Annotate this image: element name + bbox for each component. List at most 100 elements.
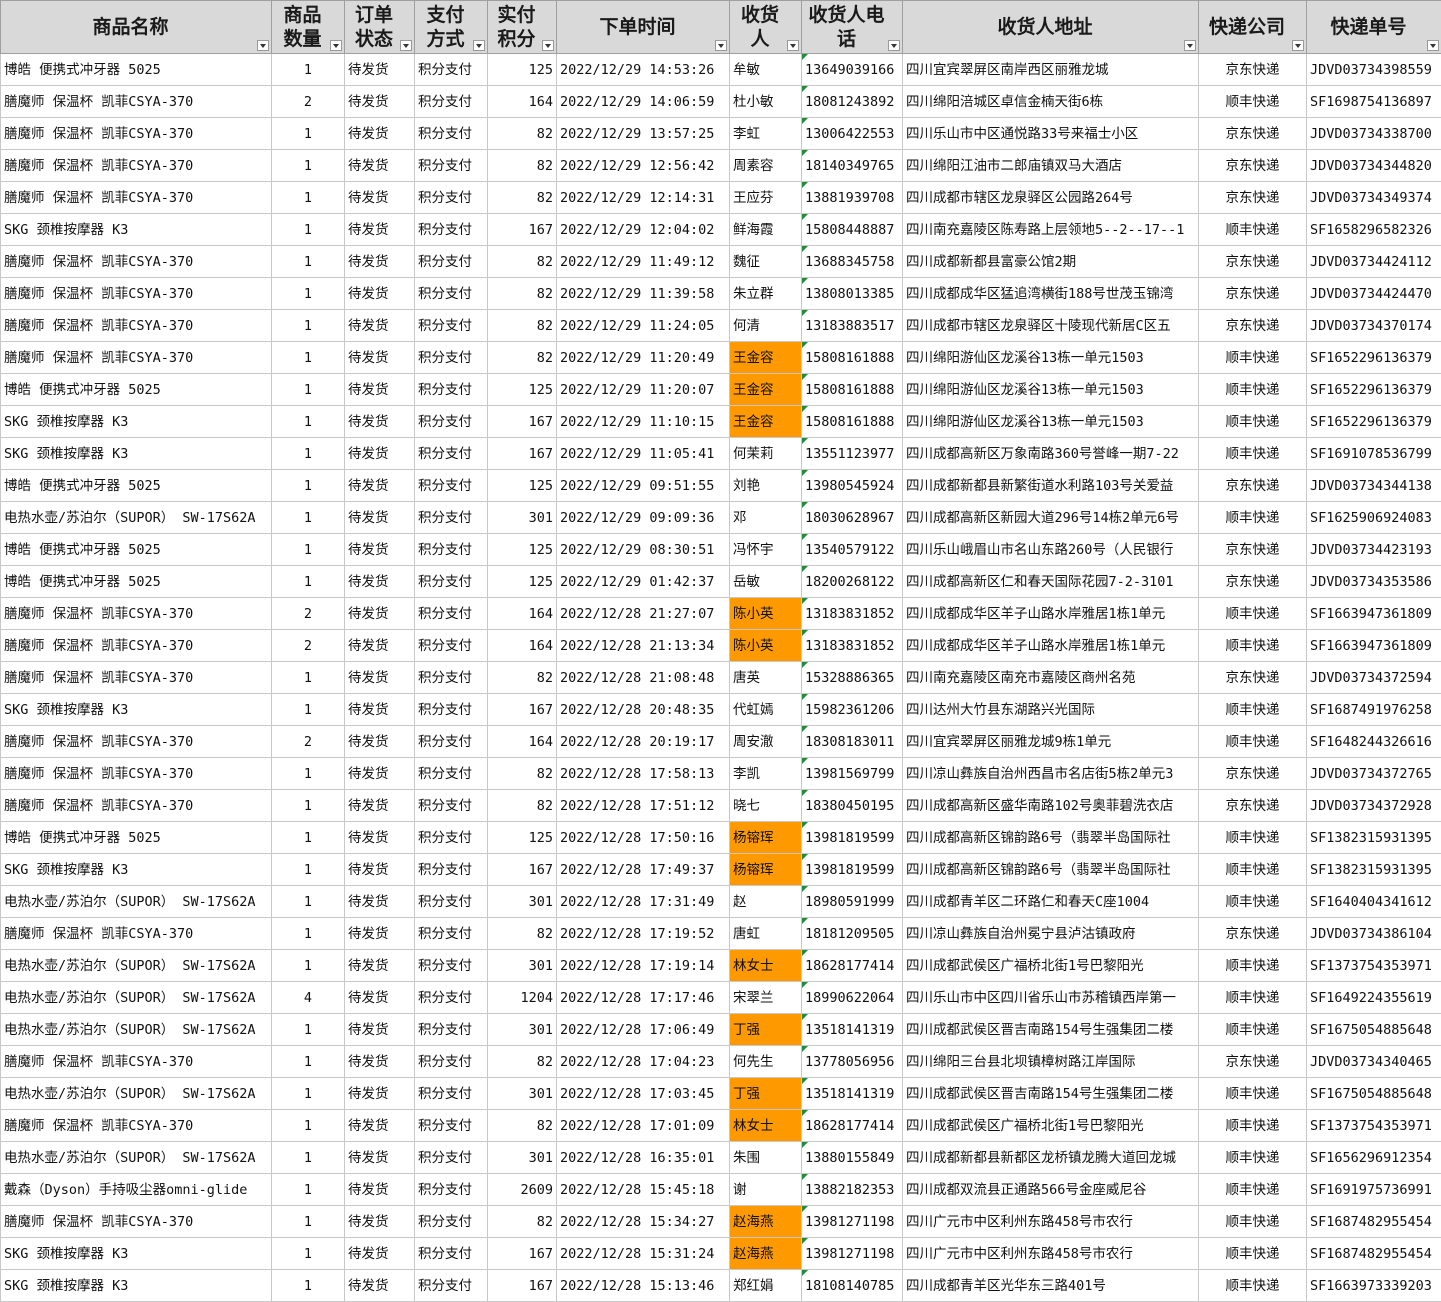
cell-time[interactable]: 2022/12/28 17:17:46 <box>557 982 730 1014</box>
cell-courier[interactable]: 顺丰快递 <box>1199 1078 1307 1110</box>
cell-status[interactable]: 待发货 <box>345 534 415 566</box>
cell-time[interactable]: 2022/12/29 14:53:26 <box>557 54 730 86</box>
cell-points[interactable]: 167 <box>488 1238 557 1270</box>
cell-phone[interactable]: 15328886365 <box>802 662 903 694</box>
cell-courier[interactable]: 顺丰快递 <box>1199 374 1307 406</box>
cell-address[interactable]: 四川绵阳三台县北坝镇樟树路江岸国际 <box>903 1046 1199 1078</box>
cell-tracking[interactable]: SF1658296582326 <box>1307 214 1441 246</box>
cell-name[interactable]: 唐英 <box>730 662 802 694</box>
cell-name[interactable]: 王金容 <box>730 374 802 406</box>
cell-courier[interactable]: 京东快递 <box>1199 150 1307 182</box>
cell-time[interactable]: 2022/12/28 17:51:12 <box>557 790 730 822</box>
cell-product[interactable]: 电热水壶/苏泊尔（SUPOR） SW-17S62A <box>1 502 272 534</box>
cell-pay[interactable]: 积分支付 <box>415 310 488 342</box>
cell-qty[interactable]: 1 <box>272 1206 345 1238</box>
cell-courier[interactable]: 顺丰快递 <box>1199 1174 1307 1206</box>
cell-name[interactable]: 杨镕珲 <box>730 822 802 854</box>
cell-product[interactable]: 电热水壶/苏泊尔（SUPOR） SW-17S62A <box>1 950 272 982</box>
cell-tracking[interactable]: JDVD03734386104 <box>1307 918 1441 950</box>
cell-pay[interactable]: 积分支付 <box>415 118 488 150</box>
cell-phone[interactable]: 13649039166 <box>802 54 903 86</box>
cell-address[interactable]: 四川绵阳涪城区卓信金楠天街6栋 <box>903 86 1199 118</box>
cell-time[interactable]: 2022/12/29 14:06:59 <box>557 86 730 118</box>
cell-qty[interactable]: 1 <box>272 694 345 726</box>
cell-phone[interactable]: 18081243892 <box>802 86 903 118</box>
cell-status[interactable]: 待发货 <box>345 822 415 854</box>
cell-courier[interactable]: 顺丰快递 <box>1199 406 1307 438</box>
cell-points[interactable]: 125 <box>488 822 557 854</box>
cell-points[interactable]: 82 <box>488 278 557 310</box>
cell-courier[interactable]: 顺丰快递 <box>1199 438 1307 470</box>
cell-qty[interactable]: 1 <box>272 278 345 310</box>
cell-tracking[interactable]: SF1687482955454 <box>1307 1238 1441 1270</box>
cell-points[interactable]: 301 <box>488 1078 557 1110</box>
cell-pay[interactable]: 积分支付 <box>415 1014 488 1046</box>
cell-points[interactable]: 301 <box>488 950 557 982</box>
cell-product[interactable]: SKG 颈椎按摩器 K3 <box>1 438 272 470</box>
cell-courier[interactable]: 顺丰快递 <box>1199 1142 1307 1174</box>
cell-address[interactable]: 四川绵阳游仙区龙溪谷13栋一单元1503 <box>903 406 1199 438</box>
cell-status[interactable]: 待发货 <box>345 982 415 1014</box>
cell-tracking[interactable]: JDVD03734349374 <box>1307 182 1441 214</box>
cell-time[interactable]: 2022/12/28 20:48:35 <box>557 694 730 726</box>
cell-phone[interactable]: 15808448887 <box>802 214 903 246</box>
cell-name[interactable]: 宋翠兰 <box>730 982 802 1014</box>
cell-phone[interactable]: 13880155849 <box>802 1142 903 1174</box>
cell-phone[interactable]: 13183831852 <box>802 630 903 662</box>
cell-points[interactable]: 82 <box>488 342 557 374</box>
cell-points[interactable]: 167 <box>488 1270 557 1302</box>
cell-courier[interactable]: 京东快递 <box>1199 790 1307 822</box>
cell-address[interactable]: 四川成都青羊区二环路仁和春天C座1004 <box>903 886 1199 918</box>
cell-product[interactable]: 膳魔师 保温杯 凯菲CSYA-370 <box>1 86 272 118</box>
cell-product[interactable]: SKG 颈椎按摩器 K3 <box>1 854 272 886</box>
cell-pay[interactable]: 积分支付 <box>415 630 488 662</box>
cell-address[interactable]: 四川成都市辖区龙泉驿区十陵现代新居C区五 <box>903 310 1199 342</box>
cell-time[interactable]: 2022/12/28 20:19:17 <box>557 726 730 758</box>
cell-status[interactable]: 待发货 <box>345 438 415 470</box>
cell-qty[interactable]: 2 <box>272 630 345 662</box>
column-header-product[interactable]: 商品名称 <box>1 1 272 54</box>
cell-time[interactable]: 2022/12/29 11:20:07 <box>557 374 730 406</box>
cell-qty[interactable]: 1 <box>272 758 345 790</box>
cell-product[interactable]: SKG 颈椎按摩器 K3 <box>1 1270 272 1302</box>
cell-pay[interactable]: 积分支付 <box>415 566 488 598</box>
cell-name[interactable]: 魏征 <box>730 246 802 278</box>
cell-phone[interactable]: 13981819599 <box>802 854 903 886</box>
cell-phone[interactable]: 15808161888 <box>802 406 903 438</box>
column-header-tracking[interactable]: 快递单号 <box>1307 1 1441 54</box>
cell-points[interactable]: 164 <box>488 598 557 630</box>
cell-product[interactable]: 戴森（Dyson）手持吸尘器omni-glide <box>1 1174 272 1206</box>
cell-tracking[interactable]: SF1663947361809 <box>1307 598 1441 630</box>
cell-name[interactable]: 王金容 <box>730 342 802 374</box>
cell-time[interactable]: 2022/12/28 21:08:48 <box>557 662 730 694</box>
cell-status[interactable]: 待发货 <box>345 598 415 630</box>
cell-address[interactable]: 四川乐山市中区四川省乐山市苏稽镇西岸第一 <box>903 982 1199 1014</box>
cell-time[interactable]: 2022/12/29 13:57:25 <box>557 118 730 150</box>
cell-qty[interactable]: 2 <box>272 86 345 118</box>
cell-tracking[interactable]: SF1687491976258 <box>1307 694 1441 726</box>
cell-name[interactable]: 鲜海霞 <box>730 214 802 246</box>
cell-qty[interactable]: 1 <box>272 214 345 246</box>
cell-address[interactable]: 四川成都高新区锦韵路6号（翡翠半岛国际社 <box>903 854 1199 886</box>
column-header-time[interactable]: 下单时间 <box>557 1 730 54</box>
cell-address[interactable]: 四川广元市中区利州东路458号市农行 <box>903 1238 1199 1270</box>
cell-points[interactable]: 164 <box>488 726 557 758</box>
cell-name[interactable]: 周安澈 <box>730 726 802 758</box>
cell-tracking[interactable]: SF1691975736991 <box>1307 1174 1441 1206</box>
cell-pay[interactable]: 积分支付 <box>415 950 488 982</box>
cell-points[interactable]: 301 <box>488 886 557 918</box>
cell-qty[interactable]: 1 <box>272 1174 345 1206</box>
cell-status[interactable]: 待发货 <box>345 758 415 790</box>
cell-name[interactable]: 代虹嫣 <box>730 694 802 726</box>
cell-phone[interactable]: 18308183011 <box>802 726 903 758</box>
cell-points[interactable]: 125 <box>488 374 557 406</box>
cell-qty[interactable]: 1 <box>272 310 345 342</box>
cell-time[interactable]: 2022/12/28 15:34:27 <box>557 1206 730 1238</box>
cell-status[interactable]: 待发货 <box>345 918 415 950</box>
cell-tracking[interactable]: SF1687482955454 <box>1307 1206 1441 1238</box>
cell-status[interactable]: 待发货 <box>345 1014 415 1046</box>
cell-points[interactable]: 82 <box>488 150 557 182</box>
cell-phone[interactable]: 15808161888 <box>802 342 903 374</box>
column-header-pay[interactable]: 支付方式 <box>415 1 488 54</box>
cell-address[interactable]: 四川凉山彝族自治州冕宁县泸沽镇政府 <box>903 918 1199 950</box>
